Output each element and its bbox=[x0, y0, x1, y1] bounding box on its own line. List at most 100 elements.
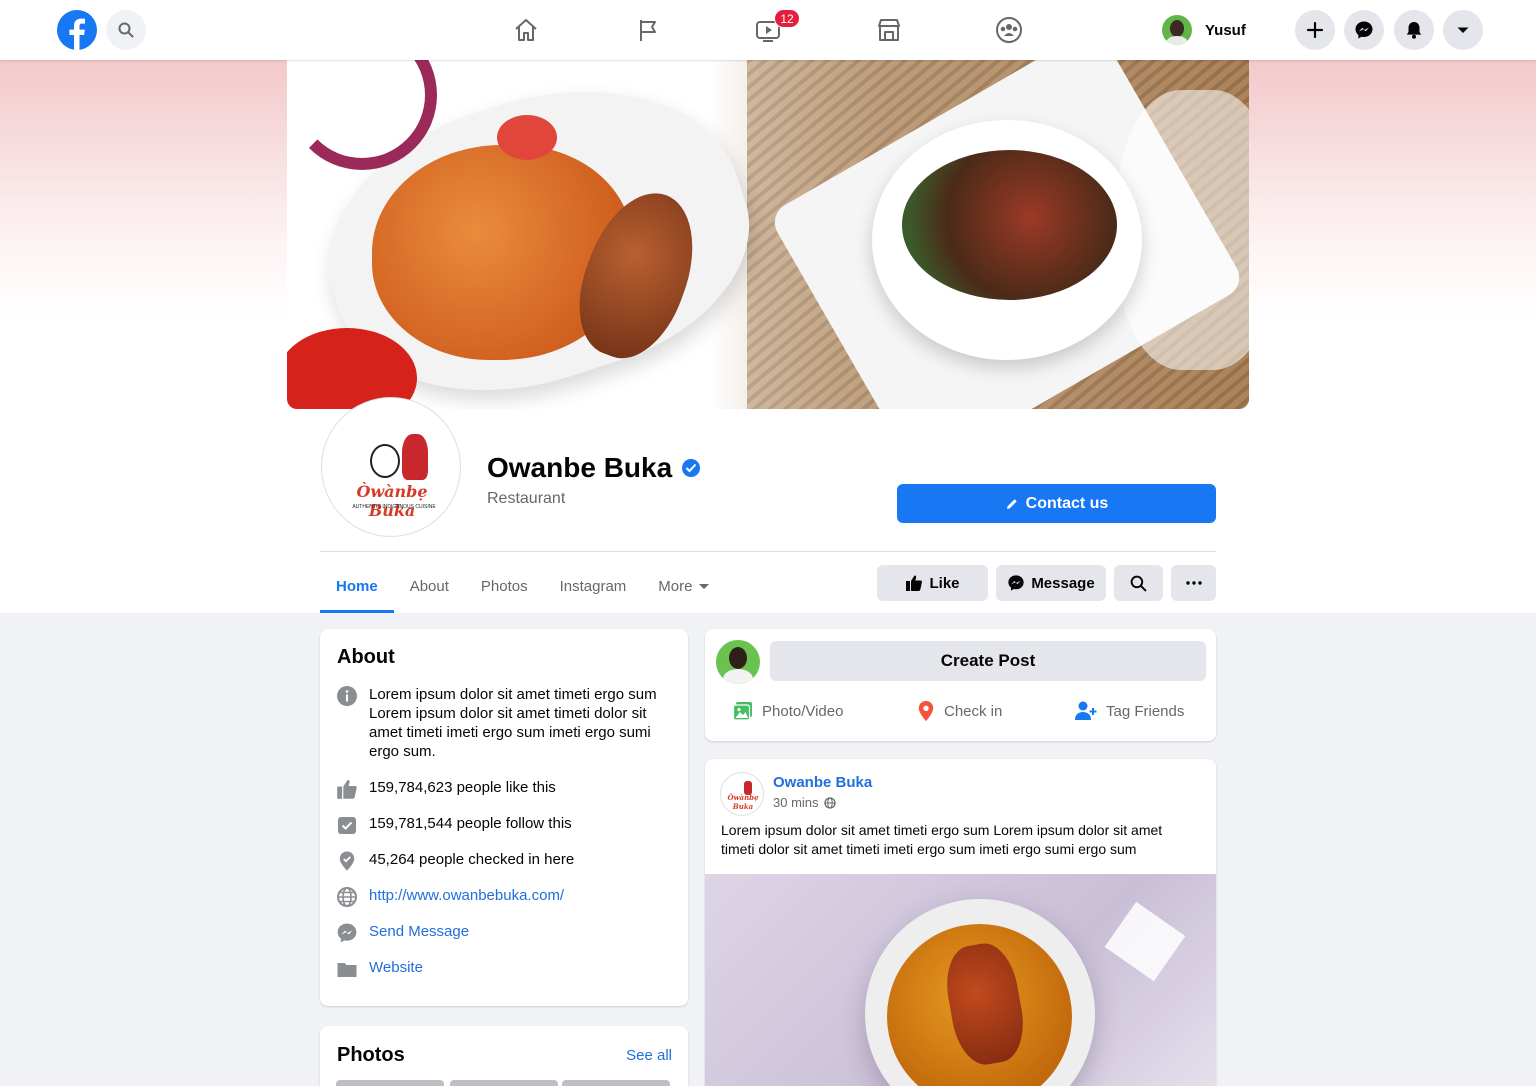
check-in-button[interactable]: Check in bbox=[916, 699, 1002, 723]
message-button[interactable]: Message bbox=[996, 565, 1106, 601]
checkins-row: 45,264 people checked in here bbox=[336, 850, 676, 872]
likes-count: 159,784,623 people like this bbox=[369, 779, 556, 796]
contact-us-label: Contact us bbox=[1025, 494, 1109, 512]
photos-title: Photos bbox=[337, 1044, 405, 1066]
tab-home[interactable]: Home bbox=[320, 560, 394, 613]
check-in-label: Check in bbox=[944, 702, 1003, 720]
info-icon bbox=[336, 685, 358, 707]
create-post-button[interactable]: Create Post bbox=[770, 641, 1206, 681]
search-button[interactable] bbox=[106, 10, 146, 50]
avatar bbox=[1162, 15, 1192, 45]
about-description: Lorem ipsum dolor sit amet timeti ergo s… bbox=[369, 686, 657, 760]
likes-row: 159,784,623 people like this bbox=[336, 778, 676, 800]
website-url-link[interactable]: http://www.owanbebuka.com/ bbox=[369, 886, 564, 905]
search-icon bbox=[118, 22, 134, 38]
tab-about[interactable]: About bbox=[394, 560, 465, 613]
photo-thumbnail[interactable] bbox=[562, 1080, 670, 1086]
more-options-button[interactable] bbox=[1171, 565, 1216, 601]
like-label: Like bbox=[929, 574, 960, 592]
tab-photos[interactable]: Photos bbox=[465, 560, 544, 613]
website-row: Website bbox=[336, 958, 676, 980]
header-divider bbox=[320, 551, 1216, 552]
caret-down-icon bbox=[1457, 27, 1469, 33]
profile-name: Yusuf bbox=[1205, 21, 1246, 39]
thumbs-up-icon bbox=[906, 575, 923, 591]
see-all-link[interactable]: See all bbox=[626, 1047, 672, 1064]
about-card: About Lorem ipsum dolor sit amet timeti … bbox=[320, 629, 688, 1006]
page-title-text: Owanbe Buka bbox=[487, 452, 673, 483]
plus-icon bbox=[1306, 21, 1324, 39]
logo-tagline: AUTHENTIC INDIGENOUS CUISINE bbox=[352, 504, 436, 510]
ellipsis-icon bbox=[1185, 581, 1202, 585]
follows-count: 159,781,544 people follow this bbox=[369, 815, 572, 832]
profile-chip[interactable]: Yusuf bbox=[1162, 15, 1246, 45]
post-time-text: 30 mins bbox=[773, 795, 819, 810]
pencil-icon bbox=[1006, 498, 1017, 509]
tab-about-label: About bbox=[409, 578, 449, 595]
notification-badge: 12 bbox=[774, 9, 800, 28]
about-description-row: Lorem ipsum dolor sit amet timeti ergo s… bbox=[336, 685, 676, 761]
send-message-link[interactable]: Send Message bbox=[369, 922, 469, 941]
post-photo[interactable] bbox=[705, 874, 1216, 1086]
cover-photo[interactable] bbox=[287, 60, 1249, 409]
photo-thumbnail[interactable] bbox=[336, 1080, 444, 1086]
globe-icon bbox=[823, 796, 836, 809]
messenger-icon bbox=[336, 922, 358, 944]
thumbs-up-icon bbox=[336, 778, 358, 800]
tab-home-label: Home bbox=[336, 578, 378, 595]
caret-down-icon bbox=[699, 584, 710, 589]
checkins-count: 45,264 people checked in here bbox=[369, 851, 575, 868]
post-avatar-wordmark: Òwànbẹ Buka bbox=[727, 793, 759, 811]
account-menu-button[interactable] bbox=[1443, 10, 1483, 50]
page-logo: Òwànbẹ Buka AUTHENTIC INDIGENOUS CUISINE bbox=[330, 406, 452, 528]
avatar bbox=[716, 640, 760, 684]
nav-pages[interactable] bbox=[630, 12, 666, 48]
photo-icon bbox=[732, 702, 752, 721]
tag-friends-button[interactable]: Tag Friends bbox=[1074, 699, 1184, 723]
location-pin-icon bbox=[918, 701, 934, 721]
like-button[interactable]: Like bbox=[877, 565, 988, 601]
logo-wordmark: Òwànbẹ Buka bbox=[356, 482, 428, 520]
follows-row: 159,781,544 people follow this bbox=[336, 814, 676, 836]
website-link[interactable]: Website bbox=[369, 958, 423, 977]
post-author-avatar[interactable]: Òwànbẹ Buka bbox=[720, 772, 764, 816]
contact-us-button[interactable]: Contact us bbox=[897, 484, 1216, 523]
feed-post: Òwànbẹ Buka Owanbe Buka 30 mins Lorem ip… bbox=[705, 759, 1216, 1086]
nav-marketplace[interactable] bbox=[871, 12, 907, 48]
bell-icon bbox=[1406, 22, 1422, 39]
messenger-icon bbox=[1008, 575, 1024, 591]
tab-photos-label: Photos bbox=[480, 578, 528, 595]
notifications-button[interactable] bbox=[1394, 10, 1434, 50]
search-page-button[interactable] bbox=[1114, 565, 1163, 601]
tab-more-label: More bbox=[658, 578, 693, 595]
photo-video-button[interactable]: Photo/Video bbox=[732, 699, 843, 723]
page-category: Restaurant bbox=[487, 490, 566, 507]
home-icon bbox=[515, 19, 537, 41]
photo-thumbnail[interactable] bbox=[450, 1080, 558, 1086]
website-url-row: http://www.owanbebuka.com/ bbox=[336, 886, 676, 908]
nav-groups[interactable] bbox=[991, 12, 1027, 48]
verified-badge-icon bbox=[682, 459, 701, 477]
tab-more[interactable]: More bbox=[642, 560, 725, 613]
folder-icon bbox=[336, 958, 358, 980]
post-timestamp[interactable]: 30 mins bbox=[773, 795, 836, 810]
tab-instagram[interactable]: Instagram bbox=[544, 560, 643, 613]
location-pin-icon bbox=[336, 850, 358, 872]
page-profile-picture[interactable]: Òwànbẹ Buka AUTHENTIC INDIGENOUS CUISINE bbox=[322, 398, 460, 536]
messenger-button[interactable] bbox=[1344, 10, 1384, 50]
send-message-row: Send Message bbox=[336, 922, 676, 944]
search-icon bbox=[1130, 575, 1147, 591]
marketplace-icon bbox=[878, 19, 900, 41]
groups-icon bbox=[996, 17, 1022, 43]
photos-card: Photos See all bbox=[320, 1026, 688, 1086]
post-body-text: Lorem ipsum dolor sit amet timeti ergo s… bbox=[721, 822, 1163, 857]
create-button[interactable] bbox=[1295, 10, 1335, 50]
follow-icon bbox=[336, 814, 358, 836]
nav-home[interactable] bbox=[508, 12, 544, 48]
page-tabs: Home About Photos Instagram More bbox=[320, 560, 725, 613]
about-title: About bbox=[337, 646, 395, 668]
create-post-card: Create Post Photo/Video Check in Tag Fri… bbox=[705, 629, 1216, 741]
flag-icon bbox=[640, 20, 656, 41]
facebook-logo-icon[interactable] bbox=[57, 10, 97, 50]
post-author-name[interactable]: Owanbe Buka bbox=[773, 774, 872, 791]
